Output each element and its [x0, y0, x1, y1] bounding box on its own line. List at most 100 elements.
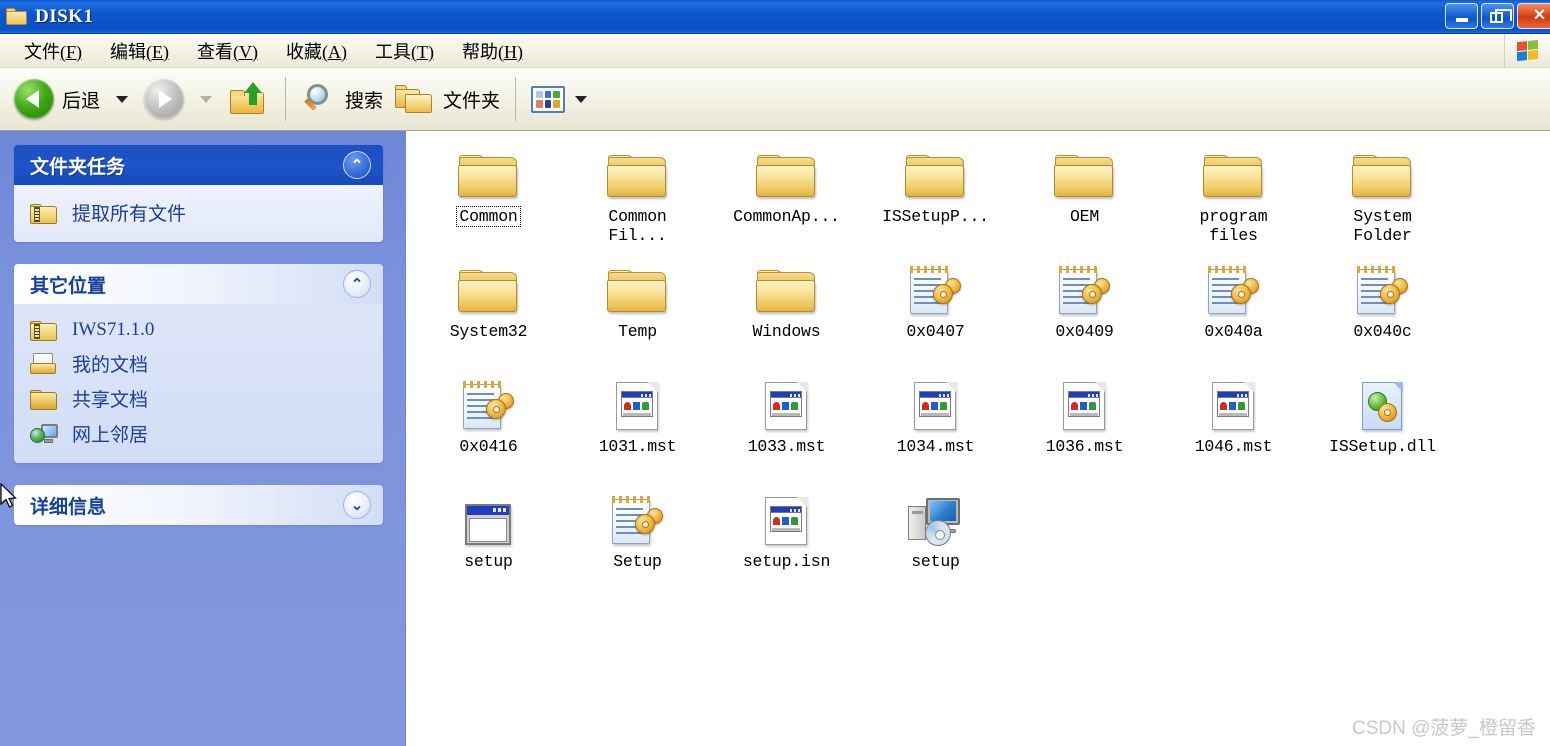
- views-button[interactable]: [525, 74, 603, 124]
- panel-folder-tasks: 文件夹任务 ⌃ 提取所有文件: [14, 145, 383, 242]
- panel-other-places-header[interactable]: 其它位置 ⌃: [14, 264, 383, 304]
- file-item[interactable]: OEM: [1010, 145, 1159, 260]
- folders-label: 文件夹: [443, 90, 501, 112]
- file-icon-box: [906, 492, 966, 548]
- icon-grid: Common Common Fil... CommonAp... ISSetup…: [406, 145, 1550, 605]
- panel-details: 详细信息 ⌄: [14, 485, 383, 525]
- file-item-label: setup: [911, 552, 960, 571]
- file-item[interactable]: setup.isn: [712, 490, 861, 605]
- mst-document-icon: [1060, 381, 1110, 433]
- file-item-label: 1034.mst: [896, 437, 975, 456]
- file-list-pane[interactable]: Common Common Fil... CommonAp... ISSetup…: [406, 131, 1550, 746]
- zipped-folder-icon: [30, 201, 58, 225]
- file-item[interactable]: Temp: [563, 260, 712, 375]
- forward-history-chevron-down-icon[interactable]: [200, 95, 213, 103]
- panel-folder-tasks-header[interactable]: 文件夹任务 ⌃: [14, 145, 383, 185]
- close-button[interactable]: ✕: [1517, 3, 1550, 29]
- mst-document-icon: [613, 381, 663, 433]
- notepad-gear-icon: [1056, 266, 1114, 318]
- restore-button[interactable]: [1481, 3, 1514, 29]
- file-item[interactable]: CommonAp...: [712, 145, 861, 260]
- mouse-cursor: [0, 483, 17, 508]
- up-button[interactable]: [222, 74, 276, 124]
- back-button[interactable]: 后退: [8, 74, 106, 124]
- forward-button[interactable]: [138, 74, 190, 124]
- file-item[interactable]: 0x040a: [1159, 260, 1308, 375]
- file-item[interactable]: System32: [414, 260, 563, 375]
- file-item[interactable]: System Folder: [1308, 145, 1457, 260]
- file-item[interactable]: setup: [861, 490, 1010, 605]
- menu-view-label: 查看: [196, 41, 233, 62]
- chevron-up-icon[interactable]: ⌃: [343, 270, 371, 298]
- file-icon-box: [457, 147, 520, 203]
- toolbar-separator-2: [515, 77, 517, 121]
- menu-file-accel: (F): [60, 41, 82, 62]
- search-button[interactable]: 搜索: [295, 74, 389, 124]
- sidebar-item-network-places[interactable]: 网上邻居: [30, 416, 371, 451]
- file-icon-box: [1209, 377, 1259, 433]
- minimize-button[interactable]: [1445, 3, 1478, 29]
- file-item[interactable]: 0x0407: [861, 260, 1010, 375]
- file-item-label: 0x0409: [1055, 322, 1114, 341]
- explorer-window: DISK1 ✕ 文件(F) 编辑(E) 查看(V) 收藏(A) 工具(T) 帮助…: [0, 0, 1550, 746]
- panel-folder-tasks-title: 文件夹任务: [30, 156, 126, 178]
- restore-icon: [1489, 9, 1512, 23]
- folder-icon: [755, 153, 818, 203]
- folders-button[interactable]: 文件夹: [389, 74, 506, 124]
- file-item[interactable]: 0x0416: [414, 375, 563, 490]
- file-item[interactable]: 0x0409: [1010, 260, 1159, 375]
- file-icon-box: [1202, 147, 1265, 203]
- file-item-label: System Folder: [1353, 207, 1412, 245]
- sidebar-item-iws71-label: IWS71.1.0: [72, 319, 155, 340]
- mst-document-icon: [1209, 381, 1259, 433]
- file-icon-box: [1056, 262, 1114, 318]
- file-item[interactable]: 1031.mst: [563, 375, 712, 490]
- file-item[interactable]: 1046.mst: [1159, 375, 1308, 490]
- menu-bar: 文件(F) 编辑(E) 查看(V) 收藏(A) 工具(T) 帮助(H): [0, 34, 1550, 68]
- file-item[interactable]: setup: [414, 490, 563, 605]
- sidebar-item-iws71[interactable]: IWS71.1.0: [30, 314, 371, 346]
- file-item[interactable]: 1036.mst: [1010, 375, 1159, 490]
- file-item-label: Setup: [613, 552, 662, 571]
- file-item[interactable]: Setup: [563, 490, 712, 605]
- mst-document-icon: [911, 381, 961, 433]
- file-icon-box: [463, 492, 515, 548]
- file-item[interactable]: Common: [414, 145, 563, 260]
- file-item-label: 1036.mst: [1045, 437, 1124, 456]
- notepad-gear-icon: [1354, 266, 1412, 318]
- file-item[interactable]: ISSetupP...: [861, 145, 1010, 260]
- menu-help[interactable]: 帮助(H): [448, 36, 537, 66]
- menu-tools[interactable]: 工具(T): [361, 36, 448, 66]
- file-item[interactable]: Windows: [712, 260, 861, 375]
- notepad-gear-icon: [609, 496, 667, 548]
- sidebar-item-shared-documents[interactable]: 共享文档: [30, 381, 371, 416]
- file-item[interactable]: Common Fil...: [563, 145, 712, 260]
- chevron-up-icon[interactable]: ⌃: [343, 151, 371, 179]
- panel-details-header[interactable]: 详细信息 ⌄: [14, 485, 383, 525]
- menu-file[interactable]: 文件(F): [10, 36, 96, 66]
- back-label: 后退: [62, 90, 101, 112]
- computer-cd-icon: [906, 496, 966, 548]
- file-item[interactable]: 1033.mst: [712, 375, 861, 490]
- zipped-folder-icon: [30, 318, 58, 342]
- sidebar-item-my-documents[interactable]: 我的文档: [30, 346, 371, 381]
- menu-edit[interactable]: 编辑(E): [96, 36, 183, 66]
- panel-folder-tasks-body: 提取所有文件: [14, 185, 383, 242]
- file-item-label: 0x0416: [459, 437, 518, 456]
- file-item-label: Windows: [752, 322, 821, 341]
- file-item[interactable]: program files: [1159, 145, 1308, 260]
- sidebar-item-extract-all[interactable]: 提取所有文件: [30, 195, 371, 230]
- file-item[interactable]: 1034.mst: [861, 375, 1010, 490]
- file-item[interactable]: 0x040c: [1308, 260, 1457, 375]
- file-icon-box: [755, 147, 818, 203]
- file-item-label: ISSetup.dll: [1329, 437, 1436, 456]
- views-chevron-down-icon[interactable]: [575, 95, 588, 103]
- menu-favorites[interactable]: 收藏(A): [272, 36, 361, 66]
- file-icon-box: [762, 377, 812, 433]
- file-item[interactable]: ISSetup.dll: [1308, 375, 1457, 490]
- back-history-chevron-down-icon[interactable]: [116, 95, 129, 103]
- file-item-label: setup: [464, 552, 513, 571]
- menu-view[interactable]: 查看(V): [183, 36, 272, 66]
- chevron-down-icon[interactable]: ⌄: [343, 491, 371, 519]
- network-places-icon: [30, 422, 58, 446]
